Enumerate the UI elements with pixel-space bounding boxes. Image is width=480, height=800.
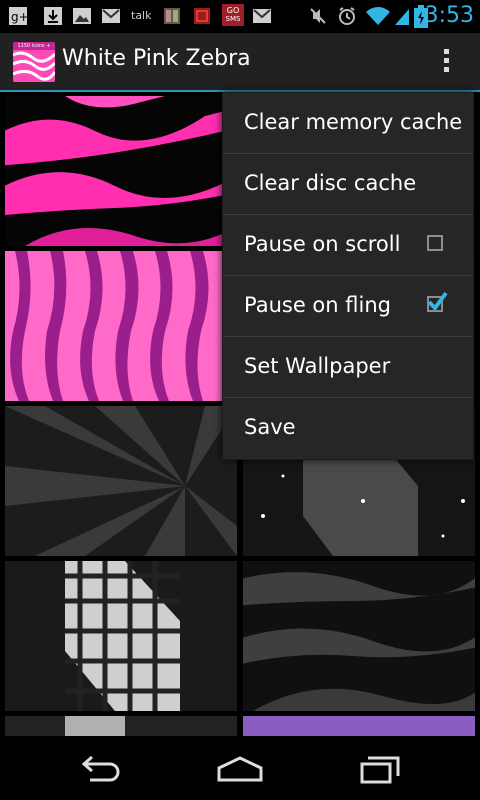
wallpaper-thumbnail[interactable] bbox=[243, 561, 475, 711]
menu-item-set-wallpaper[interactable]: Set Wallpaper bbox=[223, 337, 473, 398]
home-icon[interactable] bbox=[216, 754, 264, 784]
wallpaper-thumbnail[interactable] bbox=[5, 251, 237, 401]
checkmark-icon bbox=[427, 291, 448, 312]
mute-icon bbox=[310, 8, 326, 24]
menu-item-pause-on-scroll[interactable]: Pause on scroll bbox=[223, 215, 473, 276]
menu-item-label: Pause on scroll bbox=[244, 232, 401, 256]
gmail-icon bbox=[253, 9, 271, 23]
pink-zebra-wallpaper bbox=[5, 96, 237, 246]
gallery-icon bbox=[73, 8, 91, 24]
menu-item-label: Clear disc cache bbox=[244, 171, 417, 195]
pink-purple-zebra-wallpaper bbox=[5, 251, 237, 401]
page-title: White Pink Zebra bbox=[62, 46, 251, 71]
app-icon bbox=[164, 8, 180, 24]
status-bar: g+ talk GO SMS 3:53 bbox=[0, 0, 480, 33]
pause-on-scroll-checkbox[interactable] bbox=[427, 235, 443, 251]
go-label: GO bbox=[226, 6, 240, 15]
menu-item-label: Save bbox=[244, 415, 296, 439]
pause-on-fling-checkbox[interactable] bbox=[427, 291, 448, 312]
overflow-menu: Clear memory cache Clear disc cache Paus… bbox=[222, 92, 474, 460]
wallpaper-thumbnail[interactable] bbox=[5, 96, 237, 246]
svg-text:g+: g+ bbox=[11, 10, 28, 24]
menu-item-label: Pause on fling bbox=[244, 293, 391, 317]
action-bar: 1150 icons + Theme White Pink Zebra bbox=[0, 33, 480, 92]
go-sms-icon: GO SMS bbox=[222, 4, 244, 26]
menu-item-clear-memory-cache[interactable]: Clear memory cache bbox=[223, 93, 473, 154]
menu-item-label: Clear memory cache bbox=[244, 110, 463, 134]
status-clock: 3:53 bbox=[424, 3, 474, 28]
wallpaper-thumbnail[interactable] bbox=[5, 716, 237, 736]
wallpaper-thumbnail[interactable] bbox=[243, 716, 475, 736]
gmail-icon bbox=[102, 9, 120, 23]
gray-zebra-wallpaper bbox=[243, 561, 475, 711]
app-logo[interactable]: 1150 icons + Theme bbox=[13, 42, 55, 82]
zebra-logo-icon bbox=[13, 50, 55, 82]
overflow-menu-icon[interactable] bbox=[444, 49, 450, 75]
menu-item-pause-on-fling[interactable]: Pause on fling bbox=[223, 276, 473, 337]
alarm-icon bbox=[339, 7, 355, 25]
partial-wallpaper bbox=[5, 716, 237, 736]
back-icon[interactable] bbox=[78, 754, 122, 784]
talk-label: talk bbox=[131, 9, 152, 22]
sms-label: SMS bbox=[225, 15, 241, 23]
app-icon-caption: 1150 icons + Theme bbox=[13, 42, 55, 57]
menu-item-label: Set Wallpaper bbox=[244, 354, 391, 378]
menu-item-save[interactable]: Save bbox=[223, 398, 473, 458]
wallpaper-thumbnail[interactable] bbox=[5, 406, 237, 556]
gray-rays-wallpaper bbox=[5, 406, 237, 556]
talk-icon: talk bbox=[131, 9, 155, 29]
navigation-bar bbox=[0, 740, 480, 800]
menu-item-clear-disc-cache[interactable]: Clear disc cache bbox=[223, 154, 473, 215]
wifi-icon bbox=[366, 7, 390, 25]
google-plus-icon: g+ bbox=[9, 7, 28, 25]
signal-icon bbox=[395, 9, 409, 25]
plaid-wallpaper bbox=[5, 561, 237, 711]
app-icon bbox=[194, 8, 210, 24]
download-icon bbox=[44, 7, 62, 25]
wallpaper-thumbnail[interactable] bbox=[5, 561, 237, 711]
recents-icon[interactable] bbox=[358, 754, 402, 784]
